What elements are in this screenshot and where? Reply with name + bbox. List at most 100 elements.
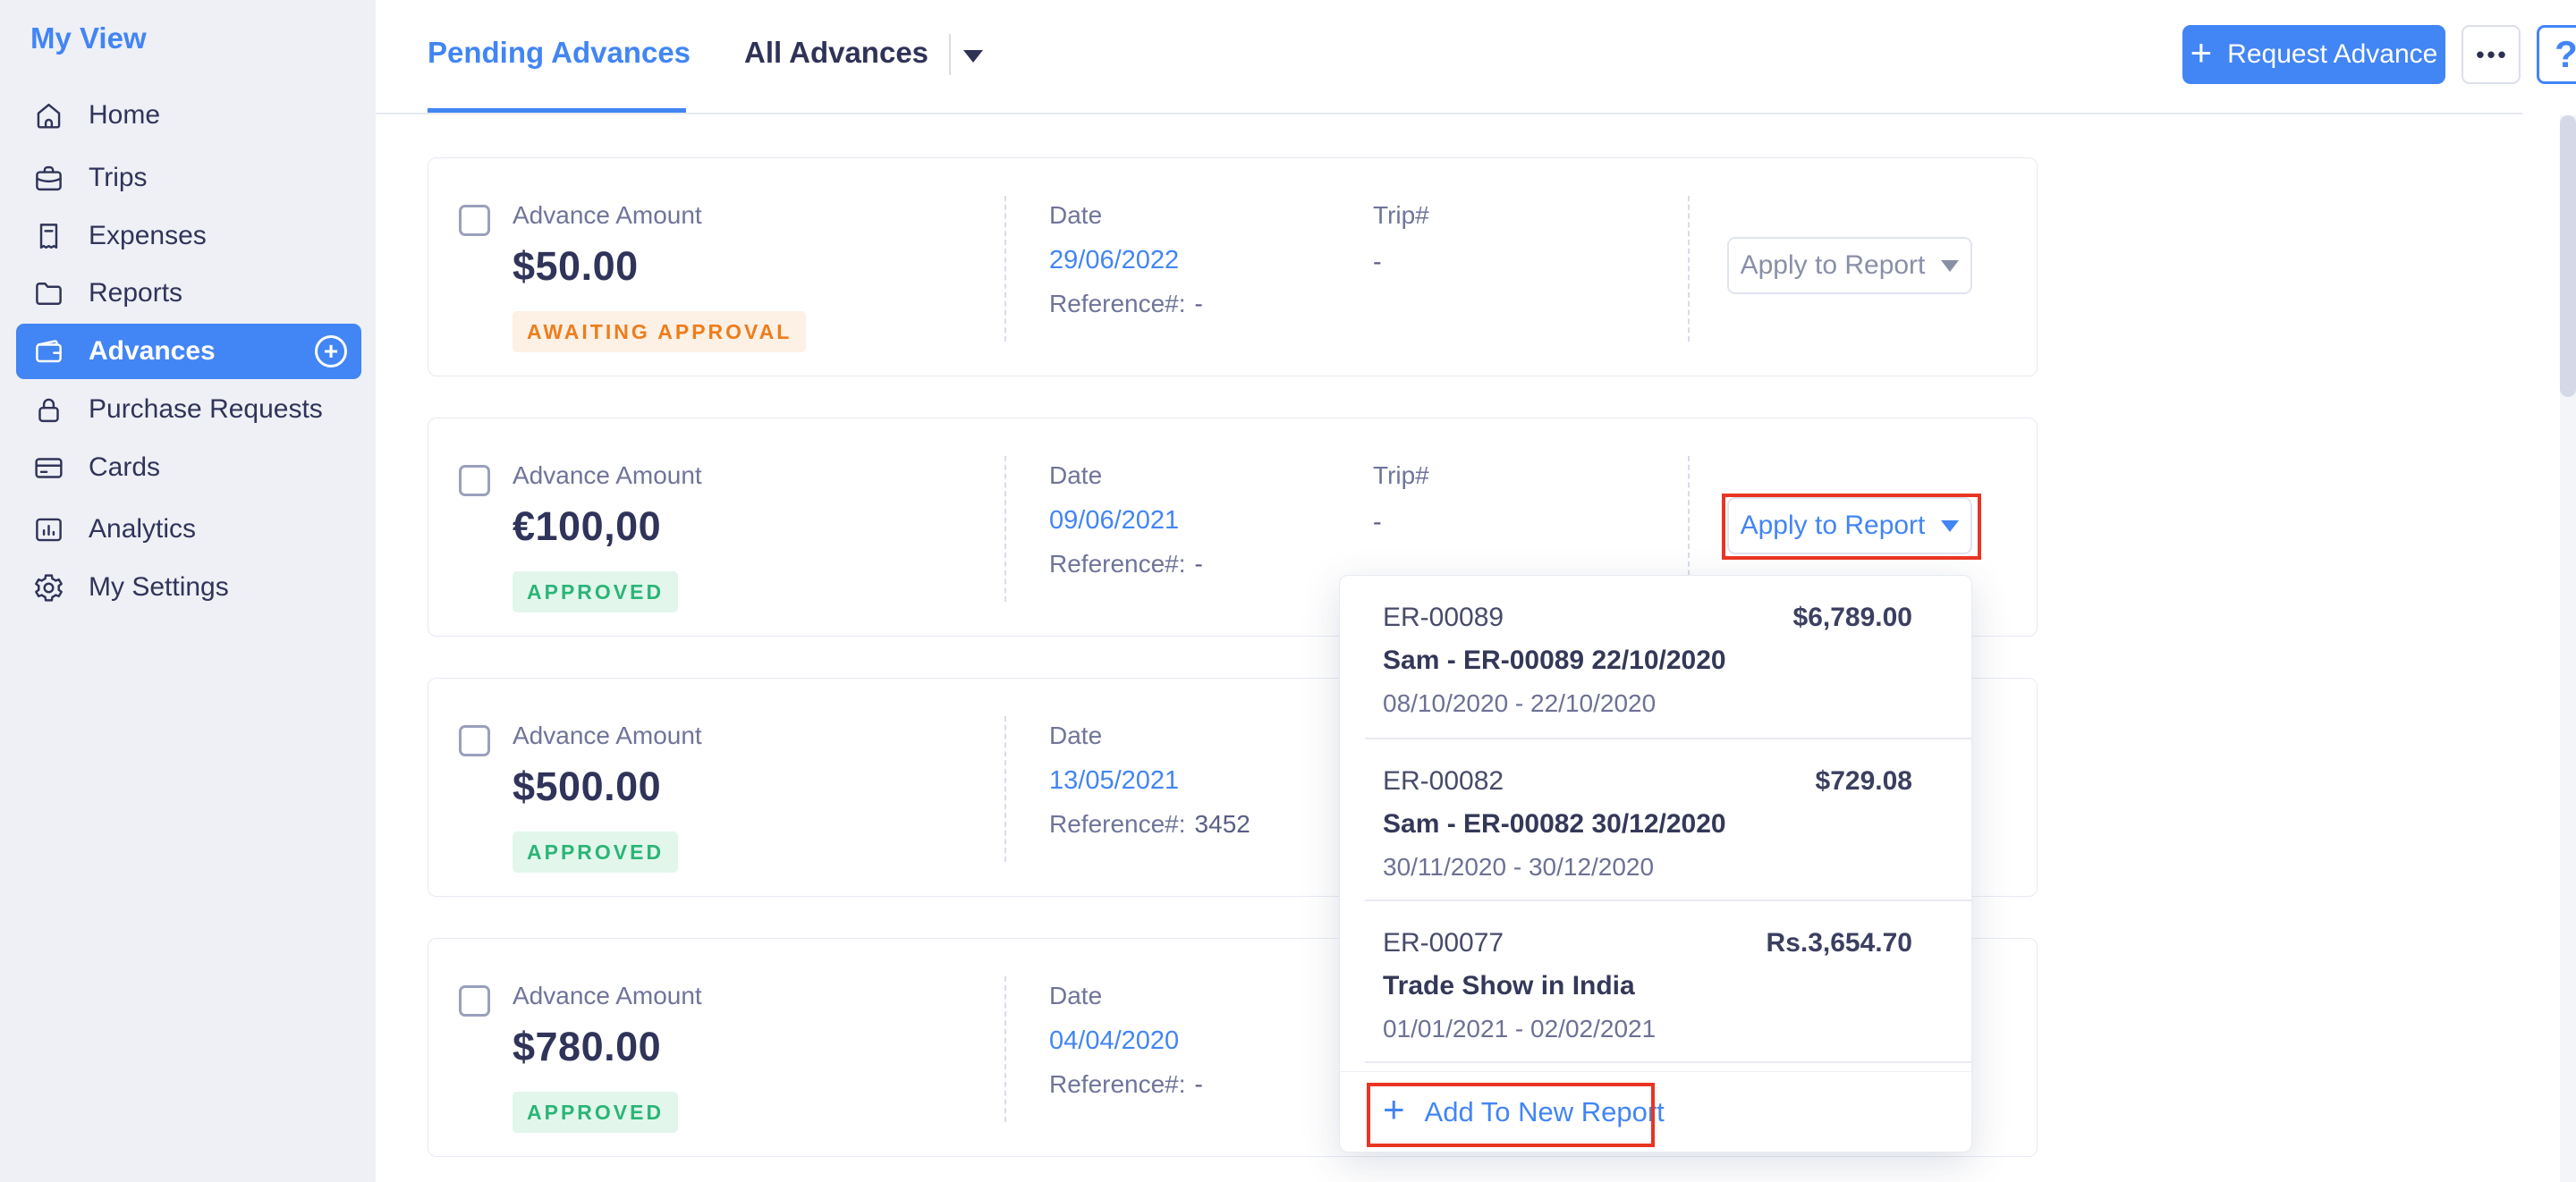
add-advance-icon[interactable]: + bbox=[315, 335, 347, 367]
reference-label: Reference#: bbox=[1049, 810, 1186, 838]
header-divider bbox=[376, 113, 2522, 114]
advance-amount-label: Advance Amount bbox=[513, 201, 806, 230]
tab-all-advances[interactable]: All Advances bbox=[744, 36, 928, 70]
sidebar-item-my-settings[interactable]: My Settings bbox=[16, 560, 361, 615]
advance-amount-value: $50.00 bbox=[513, 243, 806, 290]
advance-checkbox[interactable] bbox=[459, 205, 490, 236]
wallet-icon bbox=[32, 335, 65, 368]
chevron-down-icon bbox=[1941, 260, 1959, 272]
report-id: ER-00082 bbox=[1383, 766, 1504, 797]
report-option[interactable]: ER-00077 Rs.3,654.70 Trade Show in India… bbox=[1340, 901, 1971, 1063]
briefcase-icon bbox=[32, 162, 65, 195]
sidebar-title: My View bbox=[30, 21, 147, 55]
advance-amount-value: $780.00 bbox=[513, 1024, 702, 1070]
sidebar-item-analytics[interactable]: Analytics bbox=[16, 502, 361, 557]
reference-label: Reference#: bbox=[1049, 290, 1186, 317]
sidebar-item-label: Expenses bbox=[89, 221, 207, 251]
gear-icon bbox=[32, 571, 65, 604]
date-label: Date bbox=[1049, 722, 1250, 750]
date-label: Date bbox=[1049, 201, 1203, 230]
trip-value: - bbox=[1373, 248, 1429, 277]
sidebar-item-reports[interactable]: Reports bbox=[16, 266, 361, 321]
credit-card-icon bbox=[32, 452, 65, 485]
reference-label: Reference#: bbox=[1049, 1070, 1186, 1098]
sidebar-item-expenses[interactable]: Expenses bbox=[16, 208, 361, 264]
help-button[interactable]: ? bbox=[2537, 25, 2576, 84]
add-to-new-report-button[interactable]: + Add To New Report bbox=[1340, 1071, 1971, 1152]
apply-to-report-label: Apply to Report bbox=[1741, 511, 1926, 541]
apply-to-report-label: Apply to Report bbox=[1741, 250, 1926, 281]
date-value[interactable]: 13/05/2021 bbox=[1049, 766, 1250, 796]
scrollbar-thumb[interactable] bbox=[2560, 115, 2576, 397]
plus-icon: + bbox=[1383, 1091, 1405, 1128]
report-amount: Rs.3,654.70 bbox=[1767, 928, 1912, 958]
advance-amount-label: Advance Amount bbox=[513, 461, 702, 490]
receipt-icon bbox=[32, 220, 65, 253]
trip-label: Trip# bbox=[1373, 461, 1429, 490]
status-badge: APPROVED bbox=[513, 832, 678, 873]
sidebar-item-label: Home bbox=[89, 100, 160, 131]
sidebar-item-purchase-requests[interactable]: Purchase Requests bbox=[16, 382, 361, 437]
advance-checkbox[interactable] bbox=[459, 985, 490, 1017]
more-icon: ••• bbox=[2473, 41, 2508, 69]
report-date-range: 30/11/2020 - 30/12/2020 bbox=[1383, 853, 1912, 882]
advance-checkbox[interactable] bbox=[459, 465, 490, 496]
reference-value: 3452 bbox=[1195, 810, 1250, 838]
apply-to-report-button[interactable]: Apply to Report bbox=[1727, 237, 1972, 294]
column-divider bbox=[1004, 716, 1006, 862]
report-date-range: 08/10/2020 - 22/10/2020 bbox=[1383, 689, 1912, 718]
status-badge: AWAITING APPROVAL bbox=[513, 311, 806, 352]
sidebar-item-advances[interactable]: Advances + bbox=[16, 324, 361, 379]
column-divider bbox=[1004, 456, 1006, 602]
sidebar-item-cards[interactable]: Cards bbox=[16, 440, 361, 495]
plus-icon: + bbox=[2190, 34, 2213, 72]
add-to-new-report-label: Add To New Report bbox=[1425, 1096, 1665, 1128]
report-date-range: 01/01/2021 - 02/02/2021 bbox=[1383, 1015, 1912, 1043]
report-name: Sam - ER-00082 30/12/2020 bbox=[1383, 809, 1912, 840]
date-label: Date bbox=[1049, 982, 1203, 1010]
report-id: ER-00077 bbox=[1383, 928, 1504, 958]
sidebar-item-label: Analytics bbox=[89, 514, 196, 545]
date-value[interactable]: 29/06/2022 bbox=[1049, 246, 1203, 275]
sidebar-item-home[interactable]: Home bbox=[16, 88, 361, 143]
report-name: Sam - ER-00089 22/10/2020 bbox=[1383, 646, 1912, 676]
column-divider bbox=[1004, 196, 1006, 342]
tab-divider bbox=[949, 34, 951, 75]
date-value[interactable]: 04/04/2020 bbox=[1049, 1026, 1203, 1056]
report-id: ER-00089 bbox=[1383, 603, 1504, 633]
chevron-down-icon[interactable] bbox=[963, 50, 983, 63]
dropdown-divider bbox=[1365, 1061, 1971, 1063]
apply-to-report-button-open[interactable]: Apply to Report bbox=[1727, 497, 1972, 554]
reference-value: - bbox=[1195, 1070, 1203, 1098]
report-option[interactable]: ER-00089 $6,789.00 Sam - ER-00089 22/10/… bbox=[1340, 576, 1971, 738]
chevron-down-icon bbox=[1941, 520, 1959, 532]
tab-pending-advances[interactable]: Pending Advances bbox=[428, 36, 691, 70]
advance-amount-value: $500.00 bbox=[513, 764, 702, 810]
more-options-button[interactable]: ••• bbox=[2462, 25, 2521, 84]
report-amount: $729.08 bbox=[1816, 766, 1912, 797]
advances-page: My View Home Trips Expenses Reports Adva… bbox=[0, 0, 2576, 1182]
sidebar-item-label: Trips bbox=[89, 163, 148, 193]
sidebar-item-trips[interactable]: Trips bbox=[16, 150, 361, 206]
trip-value: - bbox=[1373, 508, 1429, 537]
report-name: Trade Show in India bbox=[1383, 971, 1912, 1001]
home-icon bbox=[32, 99, 65, 132]
date-label: Date bbox=[1049, 461, 1203, 490]
reference-value: - bbox=[1195, 290, 1203, 317]
status-badge: APPROVED bbox=[513, 1092, 678, 1133]
date-value[interactable]: 09/06/2021 bbox=[1049, 506, 1203, 536]
request-advance-label: Request Advance bbox=[2227, 39, 2437, 70]
column-divider bbox=[1688, 196, 1690, 342]
request-advance-button[interactable]: + Request Advance bbox=[2182, 25, 2445, 84]
sidebar-item-label: My Settings bbox=[89, 572, 229, 603]
trip-label: Trip# bbox=[1373, 201, 1429, 230]
advance-amount-label: Advance Amount bbox=[513, 982, 702, 1010]
column-divider bbox=[1004, 976, 1006, 1122]
report-option[interactable]: ER-00082 $729.08 Sam - ER-00082 30/12/20… bbox=[1340, 739, 1971, 901]
advance-amount-value: €100,00 bbox=[513, 503, 702, 550]
reference-value: - bbox=[1195, 550, 1203, 578]
advance-checkbox[interactable] bbox=[459, 725, 490, 756]
sidebar-item-label: Advances bbox=[89, 336, 216, 367]
analytics-icon bbox=[32, 513, 65, 546]
sidebar-item-label: Purchase Requests bbox=[89, 394, 323, 425]
